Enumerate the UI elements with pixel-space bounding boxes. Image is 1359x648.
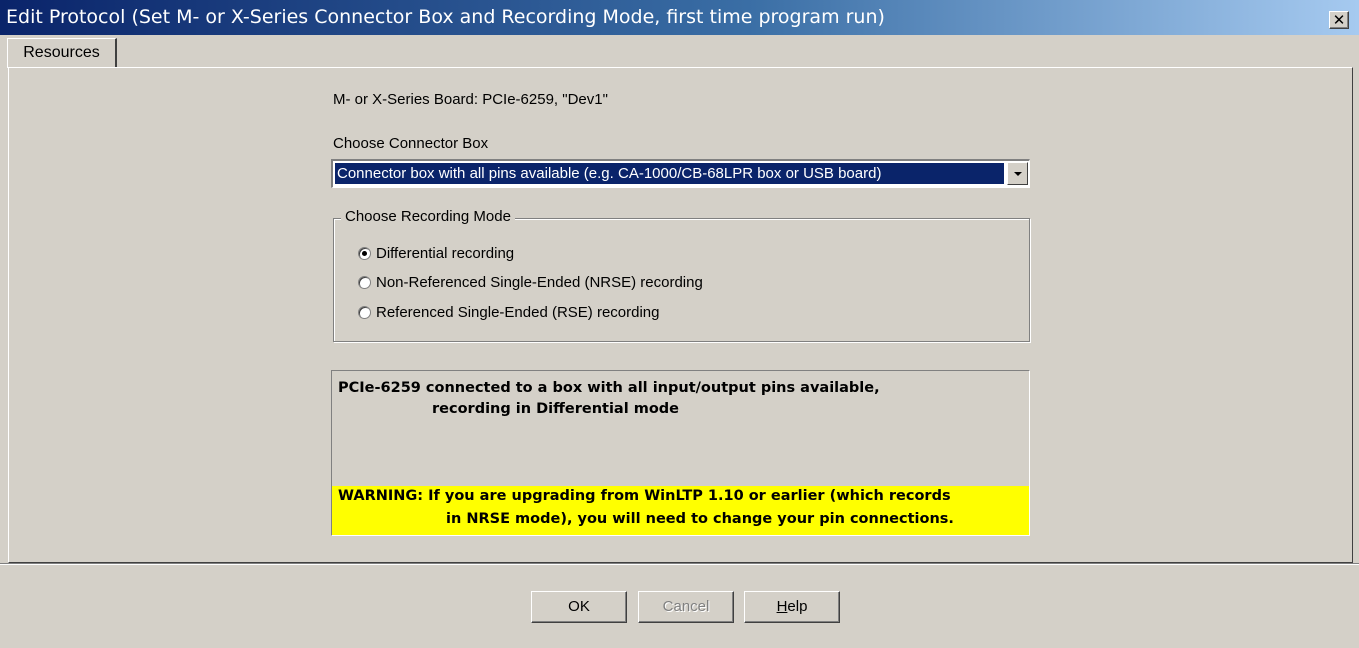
tab-label: Resources xyxy=(23,44,100,61)
help-mnemonic: H xyxy=(776,598,788,615)
chevron-down-icon xyxy=(1014,172,1022,176)
radio-icon[interactable] xyxy=(358,306,371,319)
summary-line-1: PCIe-6259 connected to a box with all in… xyxy=(338,380,880,396)
radio-icon[interactable] xyxy=(358,276,371,289)
connector-box-select[interactable]: Connector box with all pins available (e… xyxy=(331,159,1030,188)
ok-button[interactable]: OK xyxy=(531,591,627,623)
radio-label: Non-Referenced Single-Ended (NRSE) recor… xyxy=(376,274,703,291)
help-label: elp xyxy=(787,598,808,615)
connector-box-label: Choose Connector Box xyxy=(333,135,489,152)
cancel-button[interactable]: Cancel xyxy=(638,591,734,623)
tab-resources[interactable]: Resources xyxy=(7,38,117,68)
warning-line-1: WARNING: If you are upgrading from WinLT… xyxy=(338,488,951,504)
title-bar: Edit Protocol (Set M- or X-Series Connec… xyxy=(0,0,1359,35)
radio-icon-checked[interactable] xyxy=(358,247,371,260)
summary-line-2: recording in Differential mode xyxy=(432,401,680,417)
close-button[interactable]: ✕ xyxy=(1329,11,1349,29)
ok-label: OK xyxy=(568,598,590,615)
radio-label: Differential recording xyxy=(376,245,515,262)
footer-separator xyxy=(0,563,1359,565)
close-icon: ✕ xyxy=(1332,11,1346,29)
connector-box-value: Connector box with all pins available (e… xyxy=(334,162,1005,185)
help-button[interactable]: Help xyxy=(744,591,840,623)
warning-line-2: in NRSE mode), you will need to change y… xyxy=(446,511,954,527)
radio-label: Referenced Single-Ended (RSE) recording xyxy=(376,304,660,321)
dropdown-button[interactable] xyxy=(1007,162,1028,185)
board-info: M- or X-Series Board: PCIe-6259, "Dev1" xyxy=(333,91,608,108)
warning-banner: WARNING: If you are upgrading from WinLT… xyxy=(332,486,1029,535)
window-title: Edit Protocol (Set M- or X-Series Connec… xyxy=(6,6,885,28)
cancel-label: Cancel xyxy=(662,598,710,615)
recording-mode-legend: Choose Recording Mode xyxy=(341,208,515,225)
